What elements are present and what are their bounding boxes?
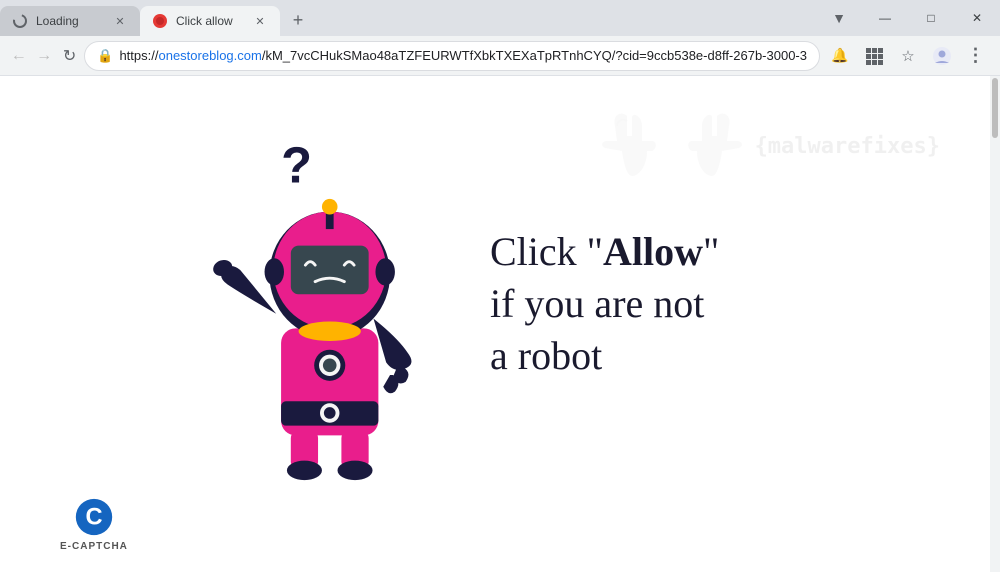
reload-button[interactable]: ↻ (59, 40, 80, 72)
address-bar[interactable]: 🔒 https://onestoreblog.com/kM_7vcCHukSMa… (84, 41, 820, 71)
scrollbar[interactable] (990, 76, 1000, 572)
back-button[interactable]: ← (8, 40, 29, 72)
watermark-text: {malwarefixes} (755, 134, 940, 159)
minimize-button[interactable]: — (862, 0, 908, 36)
message-line1-end: " (703, 229, 719, 274)
right-hand-icon (677, 106, 747, 186)
window-controls: ▼ — □ ✕ (816, 0, 1000, 36)
close-button[interactable]: ✕ (954, 0, 1000, 36)
ecaptcha-logo: C (74, 497, 114, 537)
profile-button[interactable] (926, 40, 958, 72)
watermark: {malwarefixes} (597, 106, 940, 186)
tab-loading-label: Loading (36, 14, 104, 28)
robot-svg: ? (190, 124, 450, 484)
toolbar: ← → ↻ 🔒 https://onestoreblog.com/kM_7vcC… (0, 36, 1000, 76)
profile-icon (932, 46, 952, 66)
lock-icon: 🔒 (97, 48, 113, 64)
menu-button[interactable]: ⋮ (960, 40, 992, 72)
forward-button[interactable]: → (33, 40, 54, 72)
svg-text:?: ? (281, 136, 312, 193)
loading-favicon (12, 13, 28, 29)
page-content: {malwarefixes} ? (0, 76, 1000, 572)
new-tab-button[interactable]: + (284, 6, 312, 34)
message-container: Click "Allow" if you are not a robot (490, 226, 810, 382)
apps-button[interactable] (858, 40, 890, 72)
notifications-button[interactable]: 🔔 (824, 40, 856, 72)
tab-click-allow[interactable]: Click allow ✕ (140, 6, 280, 36)
scrollbar-thumb[interactable] (992, 78, 998, 138)
svg-text:C: C (85, 504, 102, 530)
ecaptcha-label: E-CAPTCHA (60, 541, 128, 552)
chrome-profile-area[interactable]: ▼ (816, 0, 862, 36)
toolbar-actions: 🔔 ☆ (824, 40, 992, 72)
apps-icon (865, 47, 883, 65)
tab-loading[interactable]: Loading ✕ (0, 6, 140, 36)
ecaptcha-container: C E-CAPTCHA (60, 497, 128, 552)
bookmark-button[interactable]: ☆ (892, 40, 924, 72)
address-text: https://onestoreblog.com/kM_7vcCHukSMao4… (119, 48, 807, 63)
message-line3: a robot (490, 333, 602, 378)
maximize-button[interactable]: □ (908, 0, 954, 36)
address-domain: onestoreblog.com (158, 48, 261, 63)
browser-frame: Loading ✕ Click allow ✕ + ▼ — □ ✕ (0, 0, 1000, 572)
message-line2: if you are not (490, 281, 704, 326)
active-tab-favicon (152, 13, 168, 29)
title-bar: Loading ✕ Click allow ✕ + ▼ — □ ✕ (0, 0, 1000, 36)
tab-loading-close[interactable]: ✕ (112, 13, 128, 29)
message-line1: Click " (490, 229, 603, 274)
watermark-hands (597, 106, 747, 186)
tab-click-allow-close[interactable]: ✕ (252, 13, 268, 29)
robot-illustration: ? (190, 124, 450, 484)
click-allow-text: Click "Allow" if you are not a robot (490, 226, 810, 382)
tab-click-allow-label: Click allow (176, 14, 244, 28)
message-allow-bold: Allow (603, 229, 703, 274)
left-hand-icon (597, 106, 667, 186)
